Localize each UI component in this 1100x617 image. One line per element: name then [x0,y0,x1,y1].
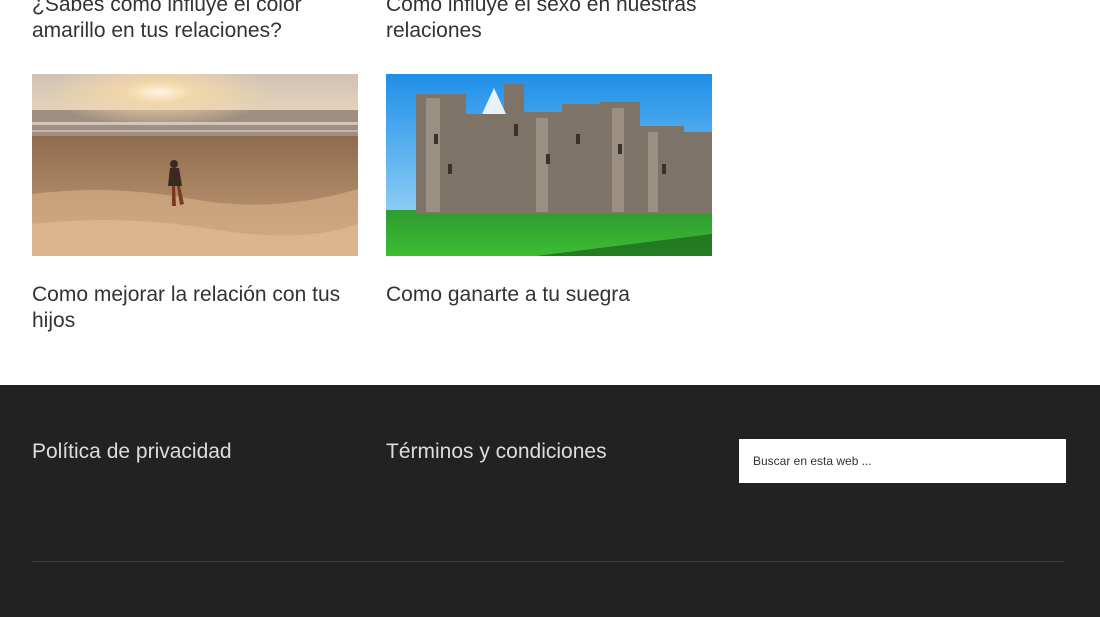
post-title-link[interactable]: ¿Sabes cómo influye el color amarillo en… [32,0,358,44]
post-thumbnail-castle[interactable] [386,74,712,256]
post-title-link[interactable]: Como ganarte a tu suegra [386,282,712,308]
post-title-link[interactable]: Cómo influye el sexo en nuestras relacio… [386,0,712,44]
search-input[interactable] [739,439,1066,483]
site-footer: Política de privacidad Términos y condic… [0,385,1100,617]
footer-link-privacy[interactable]: Política de privacidad [32,440,232,464]
post-title-link[interactable]: Como mejorar la relación con tus hijos [32,282,358,334]
footer-divider [32,561,1065,562]
castle-photo [386,74,712,256]
footer-link-terms[interactable]: Términos y condiciones [386,440,607,464]
post-thumbnail-beach[interactable] [32,74,358,256]
beach-photo [32,74,358,256]
